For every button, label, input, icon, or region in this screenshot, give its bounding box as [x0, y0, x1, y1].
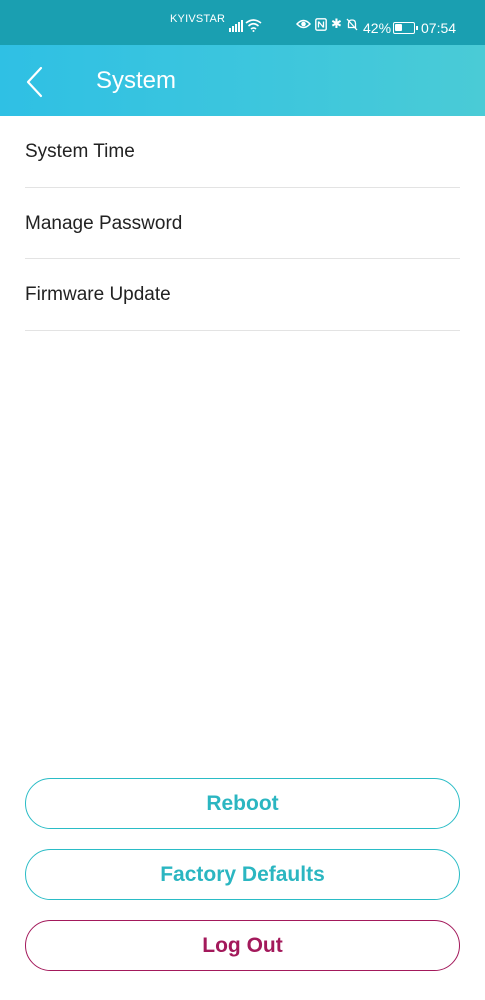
wifi-icon — [245, 19, 262, 32]
battery-percent: 42% — [363, 20, 392, 36]
bluetooth-icon: ✱ — [331, 16, 342, 31]
chevron-left-icon — [26, 66, 43, 98]
page-title: System — [96, 67, 177, 94]
menu-item-label: Firmware Update — [25, 284, 171, 306]
signal-icon — [229, 19, 243, 32]
reboot-button-label: Reboot — [206, 791, 279, 815]
log-out-button[interactable]: Log Out — [25, 920, 460, 971]
status-time: 07:54 — [421, 20, 457, 36]
menu-item-firmware-update[interactable]: Firmware Update — [25, 259, 460, 331]
reboot-button[interactable]: Reboot — [25, 778, 460, 829]
back-button[interactable] — [22, 62, 52, 102]
bell-off-icon — [346, 18, 358, 30]
nfc-icon — [315, 17, 327, 31]
factory-defaults-button-label: Factory Defaults — [160, 862, 325, 886]
eye-icon — [296, 19, 311, 29]
menu-item-label: System Time — [25, 141, 135, 163]
menu-item-label: Manage Password — [25, 212, 183, 234]
log-out-button-label: Log Out — [202, 933, 283, 957]
battery-icon — [393, 22, 418, 34]
battery-fill — [395, 24, 402, 31]
system-menu: System Time Manage Password Firmware Upd… — [25, 116, 460, 331]
menu-item-manage-password[interactable]: Manage Password — [25, 188, 460, 259]
carrier-name: KYIVSTAR — [170, 13, 226, 25]
status-bar: KYIVSTAR ✱ 42% 07:54 — [0, 0, 485, 45]
menu-item-system-time[interactable]: System Time — [25, 116, 460, 188]
factory-defaults-button[interactable]: Factory Defaults — [25, 849, 460, 900]
status-icons: ✱ — [296, 17, 358, 31]
app-header: KYIVSTAR ✱ 42% 07:54 System — [0, 0, 485, 116]
